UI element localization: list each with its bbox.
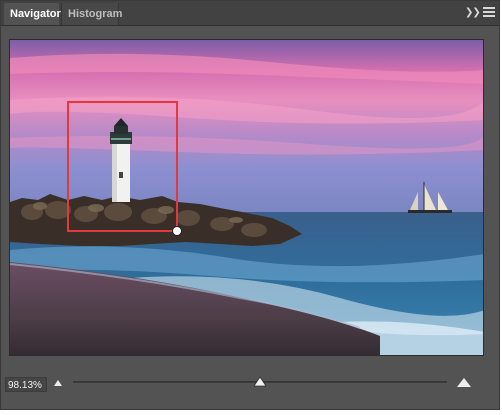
zoom-out-icon[interactable] — [53, 379, 63, 387]
navigator-preview[interactable] — [9, 39, 484, 356]
zoom-slider-thumb[interactable] — [253, 376, 267, 387]
panel-menu-icon[interactable] — [483, 7, 495, 19]
panel-tab-bar: Navigator Histogram ❯❯ — [1, 1, 499, 26]
preview-image — [10, 40, 483, 355]
double-chevron-right-icon[interactable]: ❯❯ — [465, 6, 481, 20]
navigator-panel: Navigator Histogram ❯❯ 98.13% — [0, 0, 500, 410]
tab-histogram[interactable]: Histogram — [61, 3, 122, 25]
zoom-level-field[interactable]: 98.13% — [5, 377, 47, 392]
tab-navigator[interactable]: Navigator — [4, 3, 61, 25]
zoom-in-icon[interactable] — [456, 377, 472, 388]
